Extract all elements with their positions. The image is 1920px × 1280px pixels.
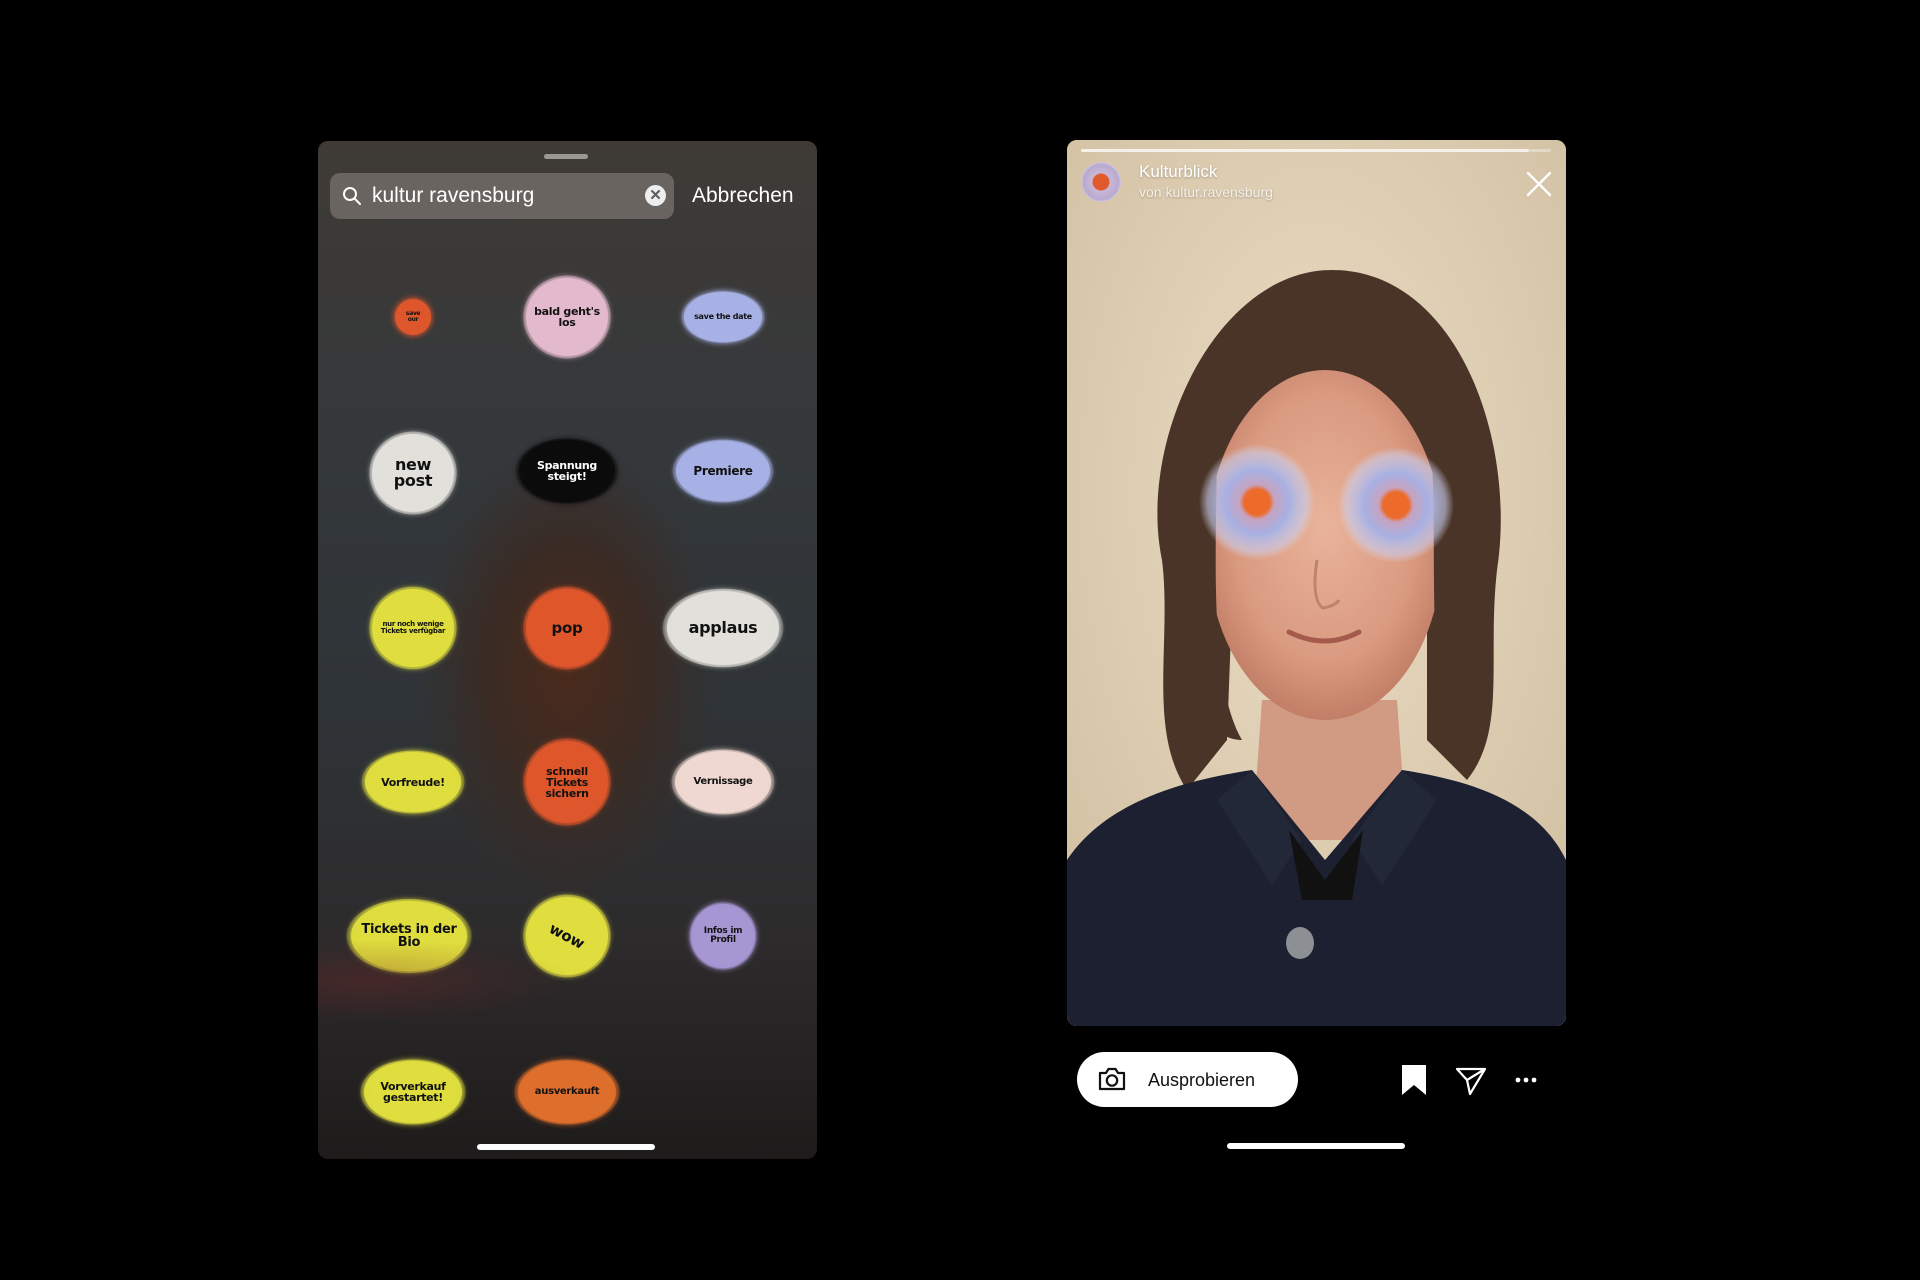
sticker-search-panel: kultur ravensburg ✕ Abbrechen save our ba… (318, 141, 817, 1159)
sticker-spannung[interactable]: Spannung steigt! (515, 438, 619, 504)
sticker-vernissage[interactable]: Vernissage (671, 749, 775, 815)
sticker-vorfreude[interactable]: Vorfreude! (361, 750, 465, 814)
story-progress-track (1529, 149, 1551, 152)
sticker-label: nur noch wenige Tickets verfügbar (380, 620, 446, 635)
sticker-label: Spannung steigt! (536, 459, 598, 483)
more-icon[interactable] (1515, 1076, 1537, 1084)
sticker-schnell[interactable]: schnell Tickets sichern (523, 738, 611, 826)
eye-effect-left (1199, 444, 1315, 560)
sticker-new-post[interactable]: new post (369, 431, 457, 515)
sticker-tickets-bio[interactable]: Tickets in der Bio (346, 899, 472, 973)
story-photo (1067, 140, 1566, 1026)
story-progress-bar (1081, 149, 1529, 152)
sticker-label: new post (393, 455, 433, 490)
try-effect-button[interactable]: Ausprobieren (1077, 1052, 1298, 1107)
search-input[interactable]: kultur ravensburg (372, 184, 534, 208)
sticker-label: Tickets in der Bio (361, 922, 457, 950)
camera-icon (1098, 1067, 1126, 1091)
home-indicator (477, 1144, 655, 1150)
sticker-bald[interactable]: bald geht's los (523, 275, 611, 359)
sticker-label: save the date (694, 312, 752, 321)
sticker-label: Vernissage (693, 776, 753, 787)
clear-search-icon[interactable]: ✕ (645, 185, 666, 206)
sticker-label: bald geht's los (534, 305, 600, 329)
eye-effect-right (1338, 447, 1454, 563)
sticker-label: schnell Tickets sichern (545, 764, 589, 800)
sticker-label: applaus (688, 618, 758, 637)
cancel-button[interactable]: Abbrechen (692, 184, 794, 208)
sticker-orange-small[interactable]: save our (395, 299, 431, 335)
sticker-label: save our (405, 310, 421, 323)
close-icon[interactable] (1525, 170, 1553, 198)
effect-title[interactable]: Kulturblick (1139, 162, 1217, 182)
sticker-search-field[interactable]: kultur ravensburg ✕ (330, 173, 674, 219)
sticker-tickets-few[interactable]: nur noch wenige Tickets verfügbar (369, 586, 457, 670)
sticker-label: ausverkauft (534, 1086, 600, 1097)
sticker-ausverkauft[interactable]: ausverkauft (514, 1059, 620, 1125)
sticker-label: Infos im Profil (703, 926, 743, 945)
try-effect-label: Ausprobieren (1148, 1070, 1256, 1090)
story-viewer: Kulturblick von kultur.ravensburg (1067, 140, 1566, 1026)
sticker-label: pop (551, 618, 583, 637)
home-indicator-right (1227, 1143, 1405, 1149)
effect-creator[interactable]: von kultur.ravensburg (1139, 184, 1273, 200)
creator-avatar[interactable] (1081, 162, 1121, 202)
send-icon[interactable] (1455, 1066, 1487, 1096)
sticker-vorverkauf[interactable]: Vorverkauf gestartet! (360, 1059, 466, 1125)
sticker-label: Vorverkauf gestartet! (380, 1080, 446, 1104)
sticker-infos[interactable]: Infos im Profil (689, 902, 757, 970)
sticker-label: Premiere (693, 464, 753, 478)
sticker-premiere[interactable]: Premiere (672, 439, 774, 503)
sticker-save-date[interactable]: save the date (681, 291, 765, 343)
sticker-pop[interactable]: pop (523, 586, 611, 670)
sticker-applaus[interactable]: applaus (662, 588, 784, 668)
sticker-wow[interactable]: wow (523, 894, 611, 978)
sheet-grabber[interactable] (544, 154, 588, 159)
sticker-label: Vorfreude! (381, 775, 445, 789)
bookmark-icon[interactable] (1400, 1064, 1428, 1096)
search-icon (343, 187, 361, 205)
